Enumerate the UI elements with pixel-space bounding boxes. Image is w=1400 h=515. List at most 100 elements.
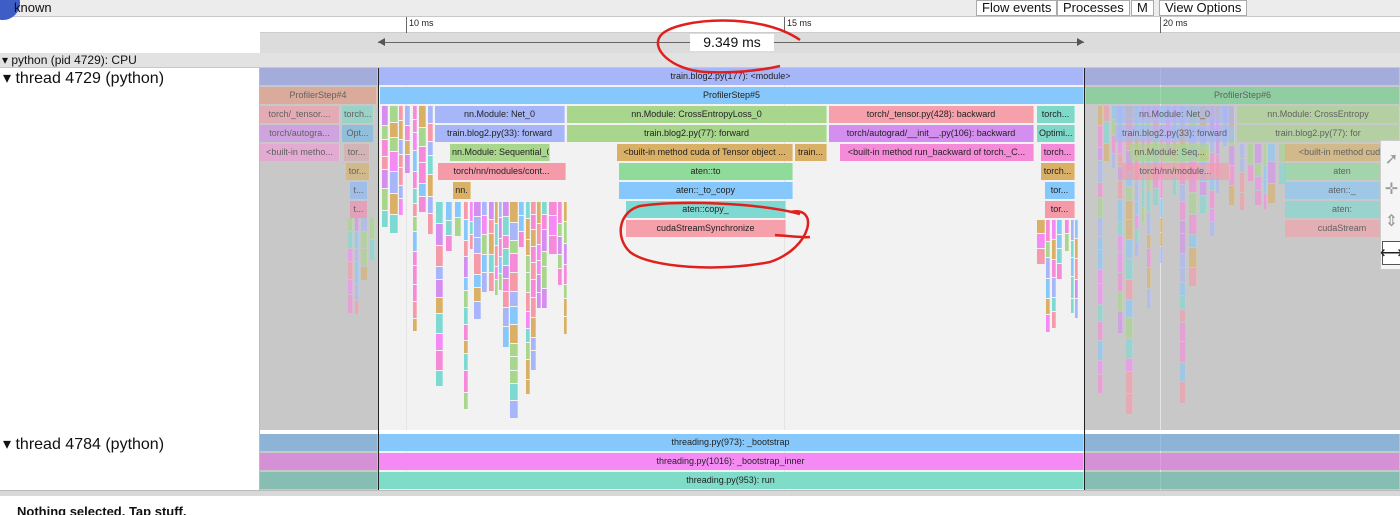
flame-sliver[interactable] (1052, 220, 1056, 239)
flame-sliver[interactable] (413, 232, 417, 251)
flame-sliver[interactable] (1240, 173, 1245, 192)
flame-sliver[interactable] (1180, 363, 1186, 381)
flame-sliver[interactable] (1180, 310, 1186, 322)
slice-bootstrap-inner-left[interactable] (260, 453, 378, 470)
flame-sliver[interactable] (413, 133, 417, 150)
flame-sliver[interactable] (428, 106, 433, 123)
flame-sliver[interactable] (428, 214, 433, 234)
flame-sliver[interactable] (503, 217, 509, 235)
flame-sliver[interactable] (1189, 268, 1197, 286)
flame-sliver[interactable] (428, 175, 433, 196)
flame-sliver[interactable] (1057, 235, 1062, 248)
flame-sliver[interactable] (537, 261, 541, 274)
flame-sliver[interactable] (1098, 270, 1103, 283)
flame-sliver[interactable] (531, 318, 536, 337)
metadata-button[interactable]: M (1131, 0, 1154, 16)
flame-sliver[interactable] (436, 246, 443, 266)
flame-sliver[interactable] (558, 269, 562, 285)
process-header[interactable]: ▾ python (pid 4729): CPU (0, 53, 1400, 68)
flame-sliver[interactable] (399, 168, 403, 185)
slice[interactable]: torch/_tensor.... (260, 106, 340, 123)
flame-sliver[interactable] (1112, 154, 1116, 168)
flame-sliver[interactable] (1135, 202, 1139, 215)
flame-sliver[interactable] (495, 280, 498, 295)
flame-sliver[interactable] (1180, 268, 1186, 282)
slice-module-right[interactable] (1085, 68, 1400, 85)
flame-sliver[interactable] (510, 223, 518, 240)
flame-sliver[interactable] (537, 245, 541, 260)
flame-sliver[interactable] (370, 240, 375, 260)
flame-sliver[interactable] (526, 240, 530, 255)
flame-sliver[interactable] (399, 199, 403, 215)
flame-sliver[interactable] (1264, 180, 1267, 193)
flame-sliver[interactable] (399, 155, 403, 167)
flame-sliver[interactable] (1210, 191, 1215, 208)
flame-sliver[interactable] (474, 202, 481, 216)
flame-sliver[interactable] (1189, 215, 1197, 234)
flame-sliver[interactable] (436, 351, 443, 370)
flame-sliver[interactable] (355, 249, 359, 261)
flame-sliver[interactable] (455, 202, 461, 217)
flame-sliver[interactable] (1180, 296, 1186, 309)
slice-loss-module[interactable]: nn.Module: CrossEntropyLoss_0 (567, 106, 827, 123)
flame-sliver[interactable] (1118, 181, 1123, 199)
slice[interactable]: Opt... (342, 125, 374, 142)
flame-sliver[interactable] (348, 249, 353, 261)
flame-sliver[interactable] (413, 217, 417, 231)
flame-sliver[interactable] (558, 255, 562, 268)
flame-sliver[interactable] (1255, 191, 1262, 205)
flame-sliver[interactable] (542, 289, 547, 308)
flame-sliver[interactable] (405, 126, 410, 140)
flame-sliver[interactable] (526, 293, 530, 311)
flame-sliver[interactable] (1160, 233, 1163, 246)
flame-sliver[interactable] (1264, 194, 1267, 209)
flame-sliver[interactable] (382, 140, 388, 156)
flame-sliver[interactable] (1268, 184, 1276, 203)
slice-forward[interactable]: train.blog2.py(33): forward (1115, 125, 1235, 142)
flame-sliver[interactable] (348, 262, 353, 279)
flame-sliver[interactable] (1255, 144, 1262, 163)
flame-sliver[interactable] (361, 249, 368, 266)
flame-sliver[interactable] (499, 257, 502, 273)
flame-sliver[interactable] (564, 222, 567, 243)
flame-sliver[interactable] (1126, 187, 1133, 200)
flame-sliver[interactable] (464, 257, 468, 277)
flame-sliver[interactable] (1126, 259, 1133, 279)
thread-label-4729[interactable]: ▾ thread 4729 (python) (3, 70, 164, 88)
flame-sliver[interactable] (499, 239, 502, 256)
flame-sliver[interactable] (470, 222, 473, 234)
flame-sliver[interactable] (1189, 193, 1197, 214)
flame-sliver[interactable] (526, 343, 530, 359)
flame-sliver[interactable] (519, 216, 524, 231)
flame-sliver[interactable] (464, 393, 468, 409)
flame-sliver[interactable] (1160, 199, 1163, 217)
flame-sliver[interactable] (558, 202, 562, 223)
flame-sliver[interactable] (489, 220, 494, 233)
flame-sliver[interactable] (1057, 264, 1062, 279)
flame-sliver[interactable] (1160, 247, 1163, 263)
flame-sliver[interactable] (542, 202, 547, 214)
slice[interactable]: torch... (342, 106, 374, 123)
flame-sliver[interactable] (542, 230, 547, 251)
flame-sliver[interactable] (1147, 249, 1151, 267)
flame-sliver[interactable] (428, 142, 433, 155)
flame-sliver[interactable] (348, 280, 353, 294)
flame-sliver[interactable] (1075, 220, 1078, 238)
slice-sequential[interactable]: nn.Module: Seq... (1130, 144, 1210, 161)
flame-sliver[interactable] (436, 334, 443, 350)
flame-sliver[interactable] (1046, 299, 1050, 314)
flame-sliver[interactable] (428, 156, 433, 174)
flame-sliver[interactable] (413, 302, 417, 318)
flame-sliver[interactable] (1046, 315, 1050, 332)
flame-sliver[interactable] (1147, 268, 1151, 288)
flame-sliver[interactable] (531, 338, 536, 350)
flame-sliver[interactable] (564, 317, 567, 334)
flame-sliver[interactable] (558, 224, 562, 236)
flame-sliver[interactable] (564, 285, 567, 298)
flame-sliver[interactable] (526, 360, 530, 379)
flame-sliver[interactable] (495, 267, 498, 279)
flame-sliver[interactable] (537, 224, 541, 244)
flame-sliver[interactable] (1057, 249, 1062, 263)
flame-sliver[interactable] (1118, 222, 1123, 235)
flame-sliver[interactable] (1180, 202, 1186, 220)
